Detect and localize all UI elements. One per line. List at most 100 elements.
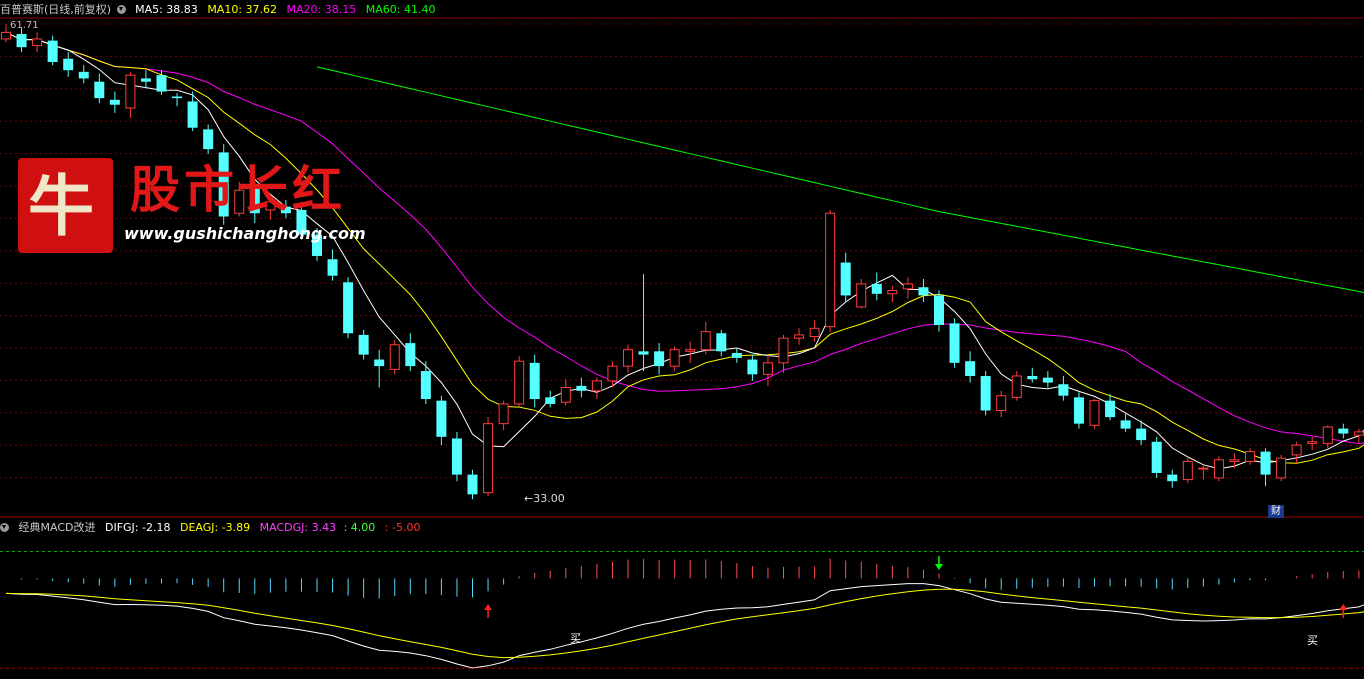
indicator-menu-icon[interactable] (116, 5, 126, 14)
candle (405, 333, 416, 372)
candle-body (1276, 457, 1287, 479)
candle-body (187, 101, 198, 128)
candle-body (389, 344, 400, 370)
candle-body (1011, 375, 1022, 398)
candle (1089, 399, 1100, 429)
low-price-label: ←33.00 (524, 492, 565, 505)
candle-body (1120, 420, 1131, 429)
macd-lines (5, 588, 1364, 659)
buy-signal-label-2: 买 (1307, 634, 1318, 647)
candle-body (1307, 441, 1318, 444)
candle (794, 328, 805, 345)
level-up-label: : 4.00 (343, 521, 376, 534)
candle-body (731, 352, 742, 358)
candle-body (451, 438, 462, 475)
candle (778, 334, 789, 373)
candle-body (794, 334, 805, 339)
ma10-label: MA10: 37.62 (207, 3, 278, 16)
high-price-label: 61.71 (10, 20, 39, 31)
candle (420, 361, 431, 404)
candle-body (1073, 397, 1084, 424)
candle-body (607, 365, 618, 382)
candle-body (405, 343, 416, 367)
candle (467, 469, 478, 500)
candle (809, 320, 820, 342)
candle (1042, 371, 1053, 388)
candle-body (374, 359, 385, 367)
candle (576, 377, 587, 398)
candle-body (1167, 474, 1178, 482)
candle (669, 346, 680, 372)
candle (591, 377, 602, 400)
candle (1011, 371, 1022, 401)
candle-body (902, 283, 913, 290)
candle-body (16, 34, 27, 48)
candle (638, 274, 649, 372)
indicator-menu-icon[interactable] (0, 523, 9, 532)
candle-body (358, 334, 369, 355)
sell-arrow-icon (935, 564, 943, 570)
candle-body (1151, 441, 1162, 473)
candle-body (1245, 451, 1255, 462)
candle (1213, 456, 1224, 482)
candle-body (716, 333, 727, 352)
ma60-label: MA60: 41.40 (365, 3, 436, 16)
candle-body (809, 327, 820, 338)
candle-body (1089, 400, 1100, 426)
candle (902, 277, 913, 299)
candle (560, 379, 571, 406)
candle-body (1058, 384, 1069, 396)
candle-body (498, 403, 509, 425)
candle (700, 321, 711, 355)
candle (498, 400, 509, 431)
candle-body (949, 323, 960, 363)
candle (1353, 428, 1364, 444)
main-legend: 百普赛斯(日线,前复权) MA5: 38.83 MA10: 37.62 MA20… (0, 1, 441, 19)
chart-canvas[interactable] (0, 0, 1364, 679)
candle (1120, 413, 1131, 432)
candle-body (203, 129, 214, 150)
candle-body (871, 283, 882, 294)
candle-body (918, 287, 929, 296)
candle (856, 278, 867, 309)
candle-body (700, 331, 711, 351)
candle-body (156, 75, 167, 92)
candle (934, 290, 944, 332)
candle-body (638, 351, 649, 355)
candle-body (560, 386, 571, 403)
candle-body (762, 362, 773, 375)
candle-body (654, 351, 665, 367)
candle (63, 52, 74, 77)
difgj-line (5, 583, 1364, 669)
candle (327, 249, 338, 281)
candle-body (483, 423, 494, 494)
candle (996, 390, 1007, 418)
candle-body (825, 212, 836, 328)
candle-body (591, 380, 602, 392)
candle-body (1260, 451, 1271, 475)
deagj-label: DEAGJ: -3.89 (179, 521, 251, 534)
candle (545, 390, 556, 408)
candle-body (343, 282, 354, 334)
candle (1229, 453, 1240, 469)
candle (623, 344, 633, 373)
candle (871, 272, 882, 301)
candle (109, 91, 120, 113)
candle (374, 349, 385, 388)
candle-body (1105, 400, 1116, 418)
candle (762, 354, 773, 386)
candle (1105, 394, 1116, 421)
candle (1167, 469, 1178, 488)
candle (1291, 441, 1302, 464)
macd-title: 经典MACD改进 (18, 521, 96, 534)
candle (16, 27, 27, 53)
candle (1307, 436, 1318, 450)
candle (451, 431, 462, 482)
candle-body (32, 38, 43, 47)
candlestick-series (1, 24, 1364, 500)
finance-badge[interactable]: 财 (1268, 505, 1284, 518)
candle (172, 93, 183, 107)
candle-body (576, 385, 587, 391)
candle-body (1042, 377, 1053, 383)
candle-body (887, 289, 898, 295)
